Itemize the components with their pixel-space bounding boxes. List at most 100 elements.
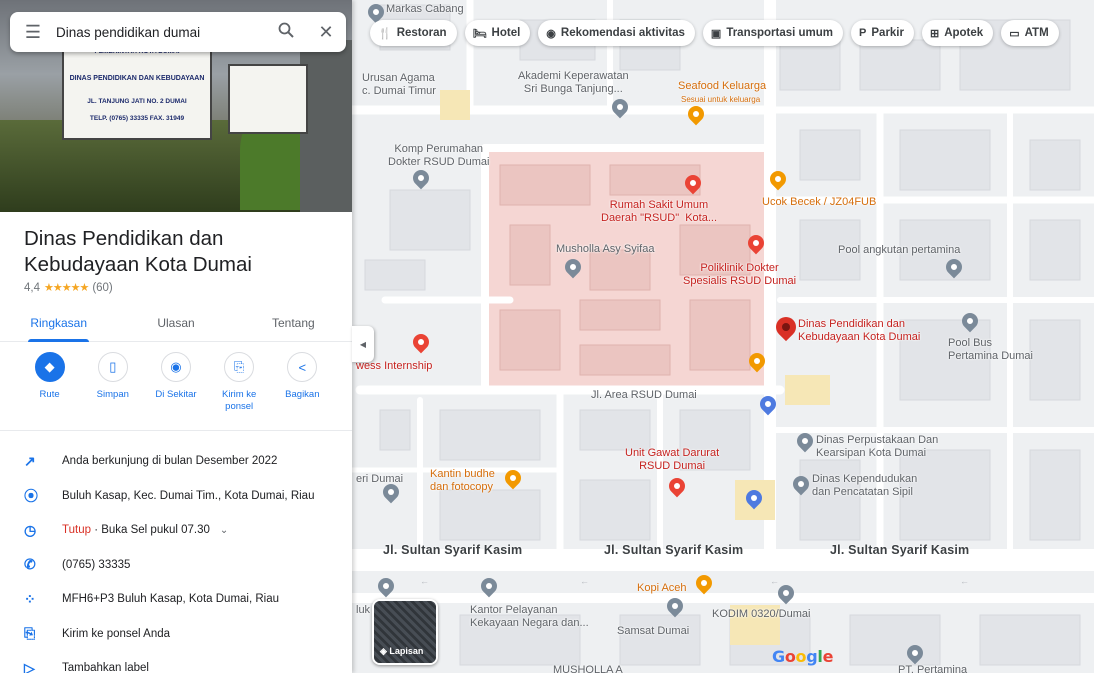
chip-apotek[interactable]: ⊞ Apotek	[921, 20, 994, 46]
chip-label: Transportasi umum	[726, 27, 834, 39]
sign-line: TELP. (0765) 33335 FAX. 31949	[89, 115, 185, 122]
address-row[interactable]: ⦿ Buluh Kasap, Kec. Dumai Tim., Kota Dum…	[0, 479, 352, 514]
svg-text:←: ←	[580, 576, 589, 586]
pharmacy-icon: ⊞	[929, 27, 940, 40]
divider	[0, 430, 352, 431]
search-input[interactable]	[56, 24, 266, 40]
hours-detail: · Buka Sel pukul 07.30	[94, 524, 210, 537]
map-label-perpustakaan[interactable]: Dinas Perpustakaan Dan Kearsipan Kota Du…	[816, 434, 938, 460]
place-tabs: Ringkasan Ulasan Tentang	[0, 310, 352, 342]
map-label-area-rsud: Jl. Area RSUD Dumai	[591, 389, 697, 401]
chip-label: Hotel	[491, 27, 521, 39]
map-label-ugd[interactable]: Unit Gawat Darurat RSUD Dumai	[625, 447, 719, 473]
chip-transportasi-umum[interactable]: ▣ Transportasi umum	[702, 20, 844, 46]
send-to-phone-row[interactable]: ⎘ Kirim ke ponsel Anda	[0, 617, 352, 652]
menu-icon[interactable]: ☰	[10, 22, 56, 43]
bus-icon: ▣	[710, 27, 722, 40]
close-icon[interactable]: ✕	[306, 22, 346, 43]
chip-restoran[interactable]: 🍴 Restoran	[370, 20, 457, 46]
category-chips: 🍴 Restoran 🛏 Hotel ◉ Rekomendasi aktivitas ▣ Tr…	[370, 20, 1059, 46]
map-label-komp[interactable]: Komp Perumahan Dokter RSUD Dumai	[388, 143, 489, 169]
parking-icon: P	[859, 27, 867, 39]
action-label: Bagikan	[285, 389, 320, 400]
action-label: Simpan	[96, 389, 129, 400]
search-icon[interactable]	[266, 22, 306, 43]
chip-label: Restoran	[396, 27, 447, 39]
bagikan-button[interactable]: < Bagikan	[273, 352, 331, 413]
phone-text: (0765) 33335	[62, 558, 131, 571]
send-to-phone-text: Kirim ke ponsel Anda	[62, 627, 171, 640]
svg-text:←: ←	[420, 576, 429, 586]
chip-atm[interactable]: ▭ ATM	[1001, 20, 1059, 46]
layers-button[interactable]: ◈ Lapisan	[372, 599, 438, 665]
star-rating-icon: ★★★★★	[44, 282, 89, 294]
send-to-phone-icon: ⎘	[24, 625, 36, 642]
map-label-kopi-aceh[interactable]: Kopi Aceh	[637, 582, 687, 595]
simpan-button[interactable]: ▯ Simpan	[84, 352, 142, 413]
address-text: Buluh Kasap, Kec. Dumai Tim., Kota Dumai…	[62, 489, 315, 502]
add-label-row[interactable]: ▷ Tambahkan label	[0, 651, 352, 673]
phone-icon: ✆	[24, 556, 36, 573]
review-count[interactable]: (60)	[92, 282, 112, 294]
hero-sign-small	[228, 64, 308, 134]
hero-sign-main: PEMERINTAH KOTA DUMAI DINAS PENDIDIKAN D…	[62, 40, 212, 140]
place-info-list: ↗ Anda berkunjung di bulan Desember 2022…	[0, 444, 352, 673]
road-label-sultan-3: Jl. Sultan Syarif Kasim	[830, 543, 970, 557]
rute-button[interactable]: ◆ Rute	[21, 352, 79, 413]
chip-rekomendasi-aktivitas[interactable]: ◉ Rekomendasi aktivitas	[538, 20, 695, 46]
tab-ringkasan[interactable]: Ringkasan	[0, 310, 117, 342]
map-label-pool-bus[interactable]: Pool Bus Pertamina Dumai	[948, 337, 1033, 363]
collapse-panel-button[interactable]: ◀	[352, 326, 374, 362]
restaurant-icon: 🍴	[378, 27, 392, 40]
plus-code-row[interactable]: ⁘ MFH6+P3 Buluh Kasap, Kota Dumai, Riau	[0, 582, 352, 617]
map-label-eri[interactable]: eri Dumai	[356, 473, 403, 486]
map-label-urusan[interactable]: Urusan Agama c. Dumai Timur	[362, 72, 436, 98]
di-sekitar-button[interactable]: ◉ Di Sekitar	[147, 352, 205, 413]
action-label: Kirim ke ponsel	[222, 389, 257, 412]
map-label-kodim[interactable]: KODIM 0320/Dumai	[712, 608, 810, 621]
chevron-down-icon[interactable]: ⌄	[220, 525, 228, 536]
camera-icon: ◉	[546, 27, 556, 40]
nearby-icon: ◉	[160, 352, 191, 382]
tab-tentang[interactable]: Tentang	[235, 310, 352, 341]
rating-summary[interactable]: 4,4 ★★★★★ (60)	[24, 281, 113, 295]
map-label-seafood[interactable]: Seafood Keluarga	[678, 80, 766, 93]
search-box: ☰ ✕	[10, 12, 346, 52]
map-label-kantor[interactable]: Kantor Pelayanan Kekayaan Negara dan...	[470, 604, 589, 630]
map-label-kependudukan[interactable]: Dinas Kependudukan dan Pencatatan Sipil	[812, 473, 917, 499]
map-label-samsat[interactable]: Samsat Dumai	[617, 625, 689, 638]
kirim-ke-ponsel-button[interactable]: ⎘ Kirim ke ponsel	[210, 352, 268, 413]
sign-line: JL. TANJUNG JATI NO. 2 DUMAI	[87, 98, 187, 105]
road-label-sultan-2: Jl. Sultan Syarif Kasim	[604, 543, 744, 557]
map-label-pool-angkutan[interactable]: Pool angkutan pertamina	[838, 244, 960, 257]
map-label-markas[interactable]: Markas Cabang	[386, 3, 464, 16]
svg-text:←: ←	[770, 576, 779, 586]
trend-icon: ↗	[24, 452, 36, 469]
chip-hotel[interactable]: 🛏 Hotel	[464, 20, 531, 46]
popular-times-text: Anda berkunjung di bulan Desember 2022	[62, 455, 278, 468]
map-label-poliklinik[interactable]: Poliklinik Dokter Spesialis RSUD Dumai	[683, 262, 796, 288]
popular-times-row[interactable]: ↗ Anda berkunjung di bulan Desember 2022	[0, 444, 352, 479]
tab-ulasan[interactable]: Ulasan	[117, 310, 234, 341]
atm-icon: ▭	[1009, 27, 1020, 40]
map-label-kantin[interactable]: Kantin budhe dan fotocopy	[430, 468, 495, 494]
chip-label: Parkir	[871, 27, 904, 39]
phone-row[interactable]: ✆ (0765) 33335	[0, 548, 352, 583]
map-label-musholla[interactable]: Musholla Asy Syifaa	[556, 243, 654, 256]
sign-line: DINAS PENDIDIKAN DAN KEBUDAYAAN	[69, 75, 205, 82]
place-panel: PEMERINTAH KOTA DUMAI DINAS PENDIDIKAN D…	[0, 0, 352, 673]
chip-parkir[interactable]: P Parkir	[851, 20, 914, 46]
google-logo: Google	[772, 647, 834, 666]
action-label: Di Sekitar	[155, 389, 197, 400]
directions-icon: ◆	[34, 352, 65, 382]
layers-label: Lapisan	[389, 646, 424, 656]
map-label-akademi[interactable]: Akademi Keperawatan Sri Bunga Tanjung...	[518, 70, 629, 96]
map-label-ucok[interactable]: Ucok Becek / JZ04FUB	[762, 196, 876, 209]
chip-label: Apotek	[944, 27, 984, 39]
rating-value: 4,4	[24, 281, 40, 294]
action-label: Rute	[39, 389, 60, 400]
map-label-rsud[interactable]: Rumah Sakit Umum Daerah "RSUD" Kota...	[601, 199, 717, 225]
map-label-dinas-pendidikan[interactable]: Dinas Pendidikan dan Kebudayaan Kota Dum…	[798, 318, 920, 344]
hours-row[interactable]: ◷ Tutup · Buka Sel pukul 07.30 ⌄	[0, 513, 352, 548]
send-to-phone-icon: ⎘	[224, 352, 255, 382]
